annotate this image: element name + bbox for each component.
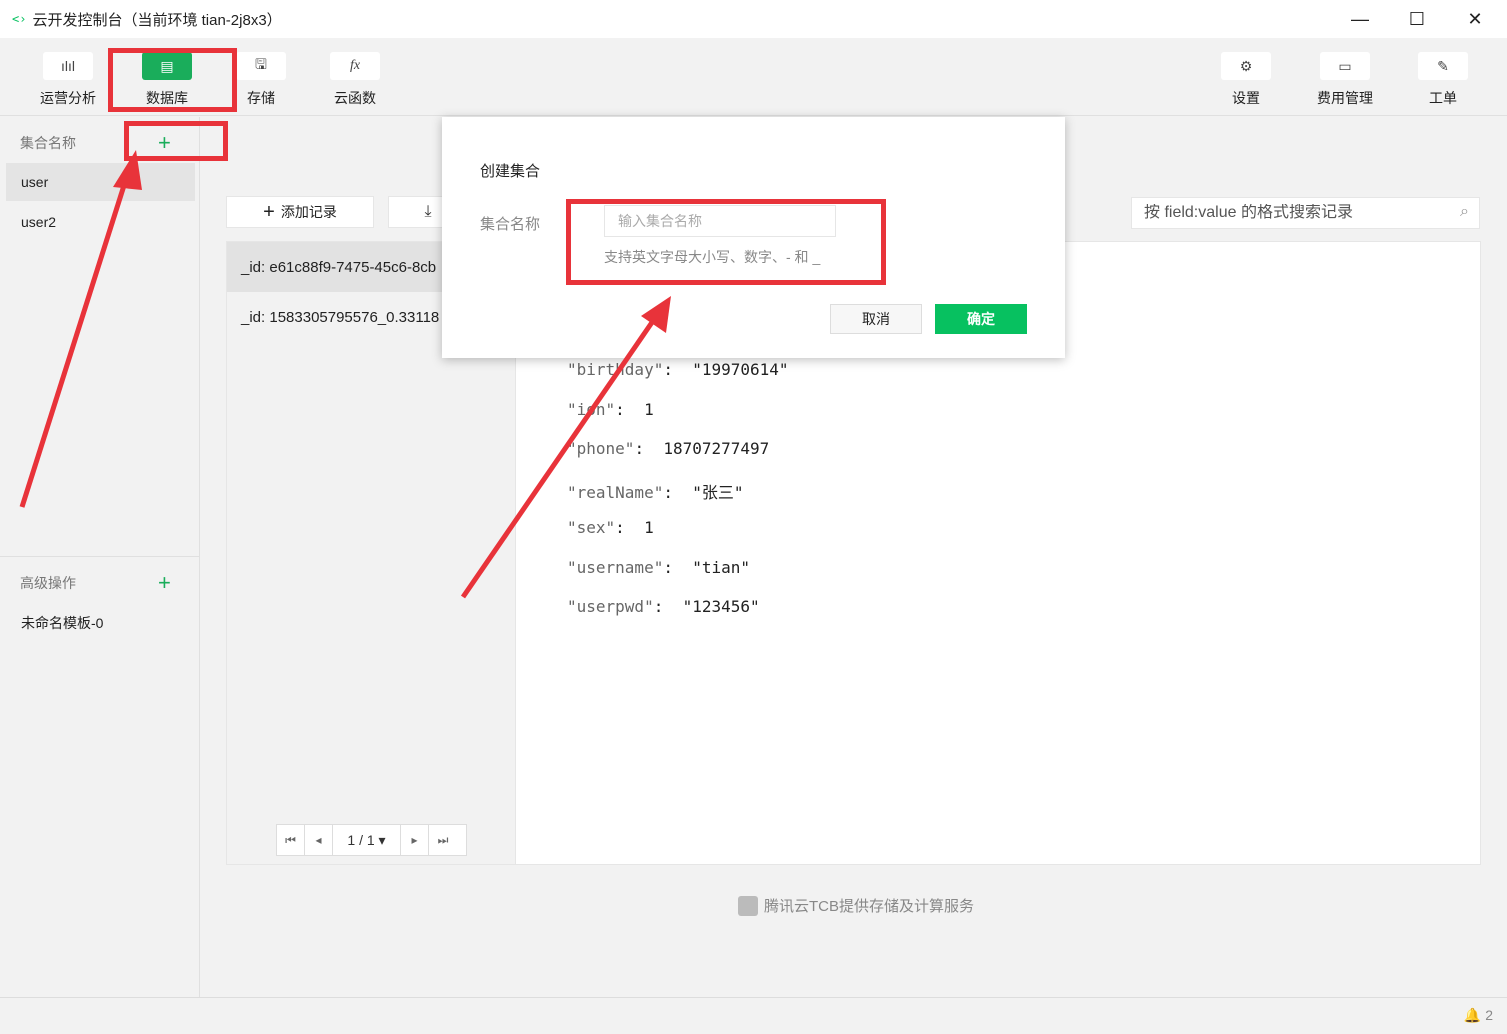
provider-brand: 腾讯云TCB提供存储及计算服务 (738, 895, 974, 916)
page-selector[interactable]: 1 / 1 ▾ (333, 825, 401, 855)
search-input[interactable] (1144, 204, 1434, 222)
notifications[interactable]: 🔔 2 (1464, 1007, 1493, 1024)
app-logo-icon: <› (12, 12, 27, 26)
dialog-title: 创建集合 (480, 163, 541, 180)
json-field[interactable]: "username": "tian" (567, 558, 789, 598)
first-page-icon[interactable]: ⏮ (277, 825, 305, 855)
provider-text: 腾讯云TCB提供存储及计算服务 (764, 898, 975, 915)
collections-header-label: 集合名称 (20, 135, 76, 151)
collection-item-user[interactable]: user (6, 163, 195, 201)
close-window-button[interactable]: ✕ (1446, 0, 1504, 38)
search-icon[interactable]: ⌕ (1460, 203, 1469, 221)
bar-chart-icon: ılıl (43, 52, 93, 80)
maximize-button[interactable]: ☐ (1388, 0, 1446, 38)
record-search: ⌕ (1131, 197, 1480, 229)
advanced-header: 高级操作 + (0, 563, 200, 603)
bell-icon: 🔔 (1463, 1007, 1482, 1023)
dialog-footer: 取消 确定 (442, 293, 1065, 358)
window-titlebar: <› 云开发控制台（当前环境 tian-2j8x3） — ☐ ✕ (0, 0, 1507, 38)
confirm-button[interactable]: 确定 (935, 304, 1027, 334)
floppy-disk-icon: 🖫 (236, 52, 286, 80)
annotation-box-add-collection (124, 121, 228, 161)
tool-label: 云函数 (334, 90, 376, 106)
status-bar: 🔔 2 (0, 997, 1507, 1034)
pagination: ⏮ ◂ 1 / 1 ▾ ▸ ⏭ (276, 824, 467, 856)
tool-label: 工单 (1429, 90, 1457, 106)
add-record-label: 添加记录 (280, 204, 337, 220)
prev-page-icon[interactable]: ◂ (305, 825, 333, 855)
tool-tickets[interactable]: ✎ 工单 (1403, 52, 1483, 108)
wallet-icon: ▭ (1320, 52, 1370, 80)
notification-count: 2 (1485, 1007, 1493, 1023)
function-icon: fx (330, 52, 380, 80)
cancel-button[interactable]: 取消 (830, 304, 922, 334)
json-field[interactable]: "ion": 1 (567, 400, 789, 440)
tool-billing[interactable]: ▭ 费用管理 (1305, 52, 1385, 108)
collection-item-user2[interactable]: user2 (6, 203, 195, 241)
record-detail: "birthday": "19970614" "ion": 1 "phone":… (567, 360, 789, 637)
advanced-header-label: 高级操作 (20, 575, 76, 591)
ticket-icon: ✎ (1418, 52, 1468, 80)
tool-analytics[interactable]: ılıl 运营分析 (28, 52, 108, 108)
collections-sidebar: 集合名称 + user user2 高级操作 + 未命名模板-0 (0, 117, 200, 997)
json-field[interactable]: "userpwd": "123456" (567, 597, 789, 637)
json-field[interactable]: "birthday": "19970614" (567, 360, 789, 400)
plus-icon: + (263, 200, 275, 223)
tool-settings[interactable]: ⚙ 设置 (1206, 52, 1286, 108)
gear-icon: ⚙ (1221, 52, 1271, 80)
add-template-button[interactable]: + (158, 570, 171, 596)
template-item[interactable]: 未命名模板-0 (6, 604, 195, 642)
json-field[interactable]: "realName": "张三" (567, 479, 789, 519)
annotation-box-name-input (566, 199, 886, 285)
minimize-button[interactable]: — (1331, 0, 1389, 38)
window-title: 云开发控制台（当前环境 tian-2j8x3） (32, 11, 282, 29)
tool-label: 运营分析 (40, 90, 96, 106)
next-page-icon[interactable]: ▸ (401, 825, 429, 855)
last-page-icon[interactable]: ⏭ (429, 825, 457, 855)
tool-cloud-functions[interactable]: fx 云函数 (315, 52, 395, 108)
tencent-cloud-logo-icon (738, 895, 758, 916)
tool-label: 设置 (1232, 90, 1260, 106)
sidebar-divider (0, 556, 200, 557)
annotation-box-database (108, 48, 237, 112)
tool-label: 费用管理 (1317, 90, 1373, 106)
json-field[interactable]: "phone": 18707277497 (567, 439, 789, 479)
collection-name-label: 集合名称 (480, 216, 541, 233)
json-field[interactable]: "sex": 1 (567, 518, 789, 558)
add-record-button[interactable]: + 添加记录 (226, 196, 374, 228)
download-icon: ⤓ (424, 203, 432, 220)
